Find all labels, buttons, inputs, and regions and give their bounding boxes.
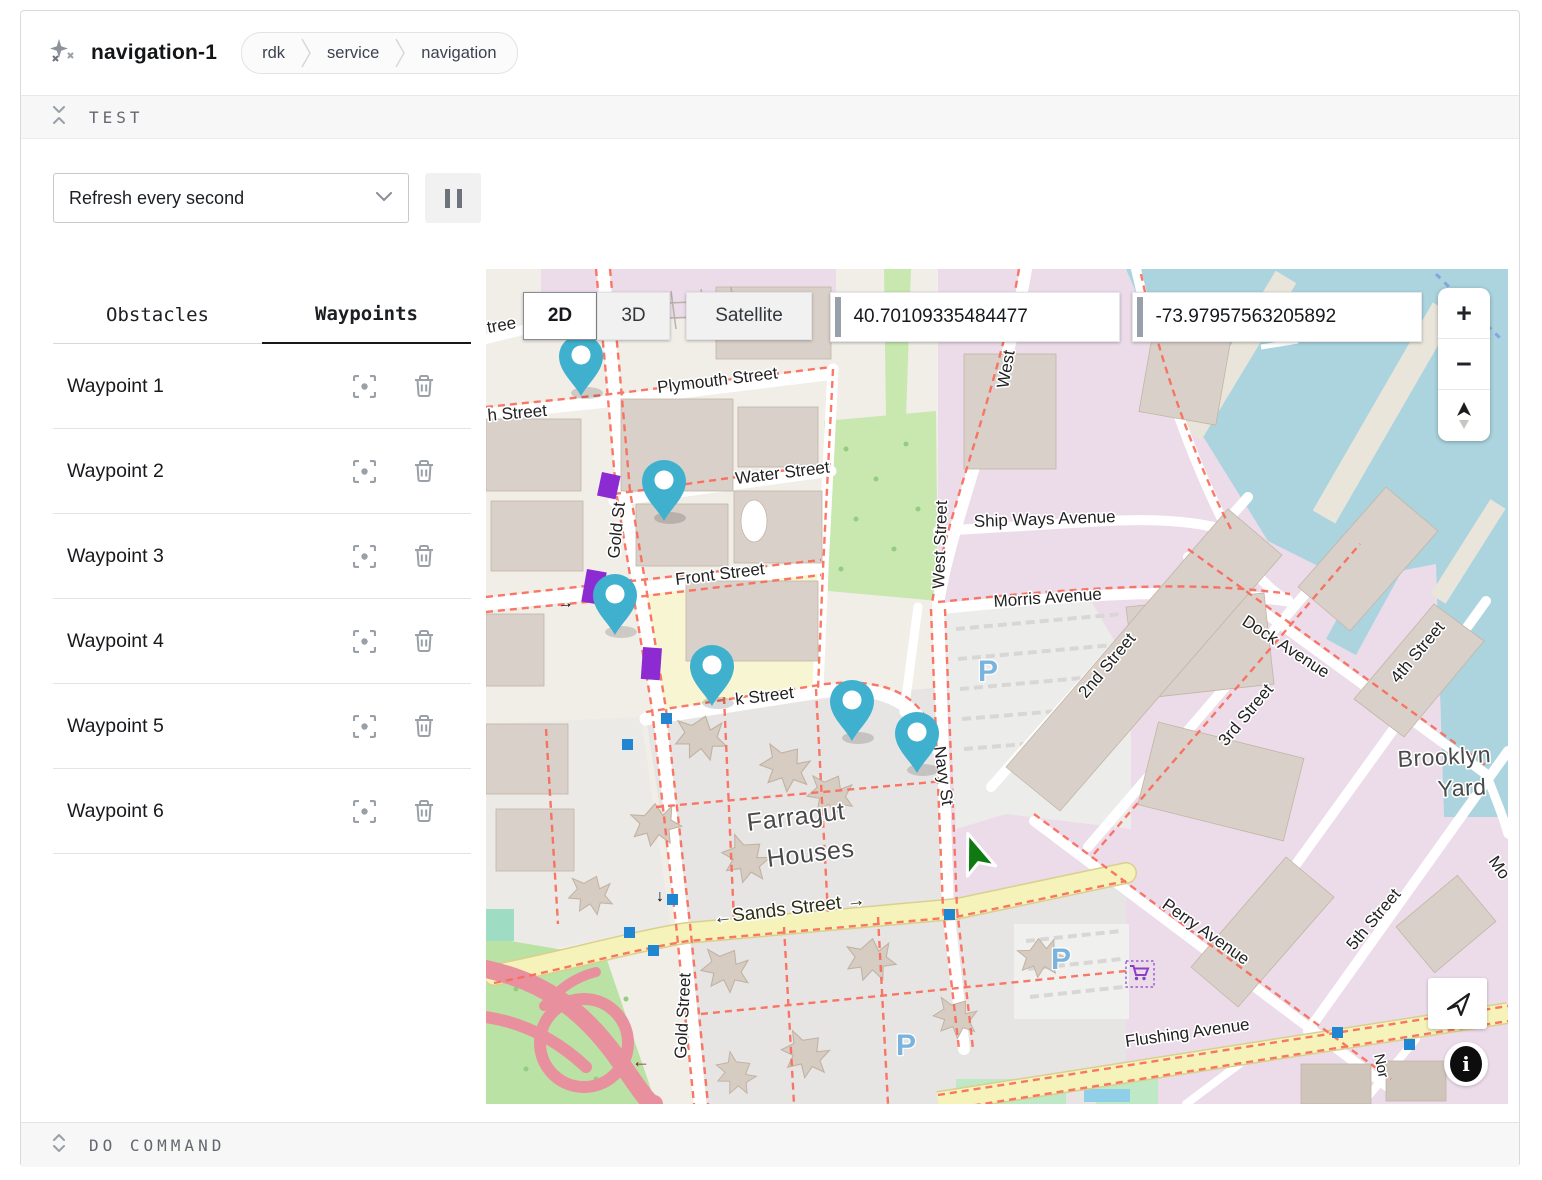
oneway-arrow: ↓ xyxy=(656,888,664,905)
map-view-2d-button[interactable]: 2D xyxy=(523,292,597,340)
info-icon: i xyxy=(1450,1046,1482,1082)
delete-waypoint-button[interactable] xyxy=(407,709,441,743)
waypoint-label: Waypoint 1 xyxy=(53,375,347,398)
parking-label: P xyxy=(1051,943,1071,976)
place-label: Yard xyxy=(1437,773,1487,802)
delete-waypoint-button[interactable] xyxy=(407,539,441,573)
map-canvas: Plymouth Street Water Street Front Stree… xyxy=(486,269,1508,1104)
tab-obstacles[interactable]: Obstacles xyxy=(53,286,262,344)
do-command-section-bar[interactable]: DO COMMAND xyxy=(21,1122,1519,1167)
pause-refresh-button[interactable] xyxy=(425,173,481,223)
waypoint-list: Waypoint 1 Waypoint 2 Waypoint 3 Waypoin… xyxy=(53,344,471,854)
latitude-field xyxy=(830,292,1120,342)
navigation-card: navigation-1 rdk service navigation TEST… xyxy=(20,10,1520,1167)
map-zoom-control: + − xyxy=(1438,288,1490,441)
zoom-out-button[interactable]: − xyxy=(1438,339,1490,390)
compass-reset-button[interactable] xyxy=(1438,390,1490,441)
waypoint-label: Waypoint 5 xyxy=(53,715,347,738)
collapse-icon xyxy=(51,106,67,129)
delete-waypoint-button[interactable] xyxy=(407,624,441,658)
waypoint-row: Waypoint 3 xyxy=(53,514,471,599)
waypoint-label: Waypoint 6 xyxy=(53,800,347,823)
breadcrumb-separator-icon xyxy=(301,38,311,68)
waypoint-label: Waypoint 3 xyxy=(53,545,347,568)
latitude-input[interactable] xyxy=(841,306,1119,328)
navigation-arrow-icon xyxy=(1444,990,1472,1018)
focus-waypoint-button[interactable] xyxy=(347,454,381,488)
focus-waypoint-button[interactable] xyxy=(347,624,381,658)
place-label: Brooklyn xyxy=(1397,741,1492,772)
refresh-rate-value: Refresh every second xyxy=(69,188,244,209)
oneway-arrow: ← xyxy=(632,1051,650,1071)
longitude-field xyxy=(1132,292,1422,342)
parking-label: P xyxy=(978,655,998,688)
waypoint-row: Waypoint 5 xyxy=(53,684,471,769)
page-title: navigation-1 xyxy=(91,41,217,65)
test-section-bar[interactable]: TEST xyxy=(21,95,1519,139)
focus-waypoint-button[interactable] xyxy=(347,539,381,573)
focus-waypoint-button[interactable] xyxy=(347,794,381,828)
expand-icon xyxy=(51,1134,67,1157)
breadcrumb-item: service xyxy=(311,44,395,63)
service-sparkle-icon xyxy=(47,37,75,70)
parking-label: P xyxy=(896,1029,916,1062)
map-view-satellite-button[interactable]: Satellite xyxy=(686,292,812,340)
oneway-arrow: → xyxy=(556,594,574,613)
waypoint-label: Waypoint 2 xyxy=(53,460,347,483)
map-attribution-button[interactable]: i xyxy=(1444,1042,1488,1086)
chevron-down-icon xyxy=(376,189,392,207)
compass-needle-icon xyxy=(1453,401,1475,431)
waypoints-panel: Obstacles Waypoints Waypoint 1 Waypoint … xyxy=(53,286,471,854)
delete-waypoint-button[interactable] xyxy=(407,454,441,488)
obstacle xyxy=(641,647,662,680)
locate-robot-button[interactable] xyxy=(1428,978,1487,1029)
delete-waypoint-button[interactable] xyxy=(407,369,441,403)
map-view-3d-button[interactable]: 3D xyxy=(597,292,670,340)
do-command-label: DO COMMAND xyxy=(89,1136,225,1155)
card-header: navigation-1 rdk service navigation xyxy=(21,11,1519,95)
navigation-map[interactable]: Plymouth Street Water Street Front Stree… xyxy=(486,269,1508,1104)
breadcrumb: rdk service navigation xyxy=(241,32,517,74)
longitude-input[interactable] xyxy=(1143,306,1421,328)
zoom-in-button[interactable]: + xyxy=(1438,288,1490,339)
waypoint-row: Waypoint 4 xyxy=(53,599,471,684)
waypoint-label: Waypoint 4 xyxy=(53,630,347,653)
navigation-panel-page: navigation-1 rdk service navigation TEST… xyxy=(0,0,1542,1180)
focus-waypoint-button[interactable] xyxy=(347,369,381,403)
waypoint-row: Waypoint 1 xyxy=(53,344,471,429)
test-section-label: TEST xyxy=(89,108,144,127)
street-label: West Street xyxy=(929,500,951,589)
obstacles-waypoints-tabs: Obstacles Waypoints xyxy=(53,286,471,344)
refresh-rate-select[interactable]: Refresh every second xyxy=(53,173,409,223)
breadcrumb-separator-icon xyxy=(395,38,405,68)
tab-waypoints[interactable]: Waypoints xyxy=(262,286,471,344)
breadcrumb-item: rdk xyxy=(246,44,301,63)
breadcrumb-item: navigation xyxy=(405,44,512,63)
waypoint-row: Waypoint 6 xyxy=(53,769,471,854)
delete-waypoint-button[interactable] xyxy=(407,794,441,828)
focus-waypoint-button[interactable] xyxy=(347,709,381,743)
waypoint-row: Waypoint 2 xyxy=(53,429,471,514)
